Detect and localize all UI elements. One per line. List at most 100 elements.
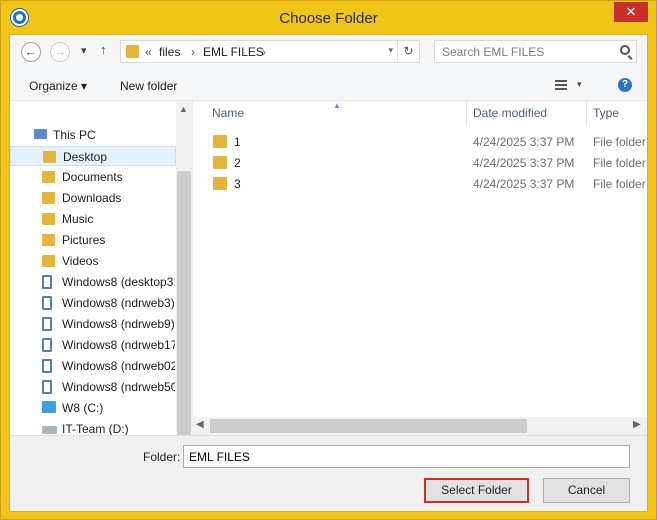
file-row[interactable]: 3 4/24/2025 3:37 PM File folder: [193, 174, 648, 195]
recent-locations-dropdown[interactable]: ▾: [81, 44, 87, 57]
nav-item-label: Documents: [62, 170, 123, 184]
back-button[interactable]: ←: [21, 42, 41, 62]
folder-icon: [42, 213, 55, 225]
nav-item[interactable]: IT-Team (D:): [10, 419, 176, 435]
help-icon[interactable]: ?: [618, 78, 632, 92]
nav-item[interactable]: Documents: [10, 167, 176, 187]
file-row[interactable]: 1 4/24/2025 3:37 PM File folder: [193, 132, 648, 153]
network-drive-icon: [42, 338, 52, 352]
organize-button[interactable]: Organize ▾: [29, 79, 87, 93]
scroll-left-icon[interactable]: ◀: [196, 419, 204, 430]
nav-item[interactable]: This PC: [10, 125, 176, 145]
nav-item[interactable]: Videos: [10, 251, 176, 271]
file-name: 3: [234, 177, 241, 191]
nav-scrollbar[interactable]: ▲: [176, 101, 192, 435]
title-bar[interactable]: Choose Folder ✕: [1, 1, 656, 34]
choose-folder-dialog: Choose Folder ✕ ← → ▾ ↑ « files › EML FI…: [0, 0, 657, 520]
nav-scrollbar-thumb[interactable]: [177, 171, 191, 435]
up-button[interactable]: ↑: [100, 42, 107, 57]
column-divider[interactable]: [466, 101, 467, 126]
folder-icon: [213, 177, 227, 190]
chevron-down-icon[interactable]: ▾: [388, 45, 393, 56]
nav-item[interactable]: Windows8 (ndrweb02: [10, 356, 176, 376]
close-button[interactable]: ✕: [614, 2, 648, 22]
nav-item[interactable]: Pictures: [10, 230, 176, 250]
nav-item[interactable]: W8 (C:): [10, 398, 176, 418]
refresh-button[interactable]: ↻: [397, 41, 419, 62]
file-type: File folder: [593, 177, 646, 191]
address-row: ← → ▾ ↑ « files › EML FILES › ▾ ↻: [10, 35, 647, 69]
sort-ascending-icon: ▲: [333, 101, 341, 110]
network-drive-icon: [42, 296, 52, 310]
nav-item[interactable]: Music: [10, 209, 176, 229]
dialog-footer: Folder: Select Folder Cancel: [10, 435, 647, 511]
nav-item[interactable]: Windows8 (ndrweb50: [10, 377, 176, 397]
scroll-right-icon[interactable]: ▶: [633, 419, 641, 430]
file-date: 4/24/2025 3:37 PM: [473, 177, 575, 191]
computer-icon: [34, 129, 47, 139]
file-date: 4/24/2025 3:37 PM: [473, 156, 575, 170]
column-header-date[interactable]: Date modified: [473, 101, 547, 126]
nav-item[interactable]: Downloads: [10, 188, 176, 208]
search-icon[interactable]: [620, 45, 630, 55]
scroll-up-icon[interactable]: ▲: [179, 104, 188, 114]
chevron-down-icon[interactable]: ▾: [577, 79, 582, 90]
breadcrumb-files[interactable]: files: [159, 45, 180, 59]
nav-item-label: W8 (C:): [62, 401, 104, 415]
network-drive-icon: [42, 380, 52, 394]
nav-item-label: Music: [62, 212, 94, 226]
breadcrumb-separator[interactable]: ›: [262, 45, 266, 59]
nav-item-label: Windows8 (ndrweb17: [62, 338, 175, 352]
select-folder-button[interactable]: Select Folder: [424, 478, 529, 503]
nav-item-label: Windows8 (ndrweb9): [62, 317, 175, 331]
horizontal-scrollbar[interactable]: ◀ ▶: [192, 417, 647, 435]
navigation-pane: This PC Desktop Documents Downloads Music Pic…: [10, 101, 192, 435]
network-drive-icon: [42, 317, 52, 331]
folder-icon: [42, 255, 55, 267]
column-header-type[interactable]: Type: [593, 101, 619, 126]
view-options-icon[interactable]: [555, 80, 567, 90]
breadcrumb-overflow[interactable]: «: [145, 45, 152, 59]
address-bar[interactable]: « files › EML FILES › ▾ ↻: [120, 40, 420, 63]
command-bar: Organize ▾ New folder ▾ ?: [10, 69, 647, 101]
network-drive-icon: [42, 359, 52, 373]
nav-item-label: Downloads: [62, 191, 122, 205]
file-list-pane: ▲ Name Date modified Type 1 4/24/2025 3:3…: [192, 101, 647, 435]
dialog-body: ← → ▾ ↑ « files › EML FILES › ▾ ↻ Organi…: [9, 34, 648, 512]
column-header-name[interactable]: Name: [212, 101, 244, 126]
search-box[interactable]: [434, 40, 637, 63]
folder-name-field[interactable]: [183, 445, 630, 468]
nav-item[interactable]: Windows8 (ndrweb17: [10, 335, 176, 355]
window-title: Choose Folder: [279, 10, 378, 27]
nav-item[interactable]: Desktop: [10, 146, 176, 166]
horizontal-scrollbar-thumb[interactable]: [210, 419, 527, 433]
folder-icon: [42, 234, 55, 246]
search-input[interactable]: [442, 45, 612, 59]
file-type: File folder: [593, 156, 646, 170]
nav-item-label: Pictures: [62, 233, 106, 247]
breadcrumb-eml-files[interactable]: EML FILES: [203, 45, 264, 59]
folder-icon: [213, 156, 227, 169]
nav-item-label: Windows8 (desktop31: [62, 275, 175, 289]
cancel-button[interactable]: Cancel: [543, 478, 630, 503]
nav-item-label: This PC: [53, 128, 96, 142]
network-drive-icon: [42, 275, 52, 289]
nav-item[interactable]: Windows8 (ndrweb3): [10, 293, 176, 313]
nav-item[interactable]: Windows8 (desktop31: [10, 272, 176, 292]
folder-icon: [43, 151, 56, 163]
file-date: 4/24/2025 3:37 PM: [473, 135, 575, 149]
folder-icon: [42, 171, 55, 183]
new-folder-button[interactable]: New folder: [120, 79, 177, 93]
folder-icon: [42, 192, 55, 204]
windows-drive-icon: [42, 401, 56, 413]
file-row[interactable]: 2 4/24/2025 3:37 PM File folder: [193, 153, 648, 174]
nav-item-label: Windows8 (ndrweb02: [62, 359, 175, 373]
breadcrumb-separator[interactable]: ›: [191, 45, 195, 59]
nav-item-label: Desktop: [63, 150, 108, 164]
nav-item[interactable]: Windows8 (ndrweb9): [10, 314, 176, 334]
column-divider[interactable]: [586, 101, 587, 126]
folder-icon: [213, 135, 227, 148]
file-name: 1: [234, 135, 241, 149]
file-name: 2: [234, 156, 241, 170]
forward-button[interactable]: →: [50, 42, 70, 62]
